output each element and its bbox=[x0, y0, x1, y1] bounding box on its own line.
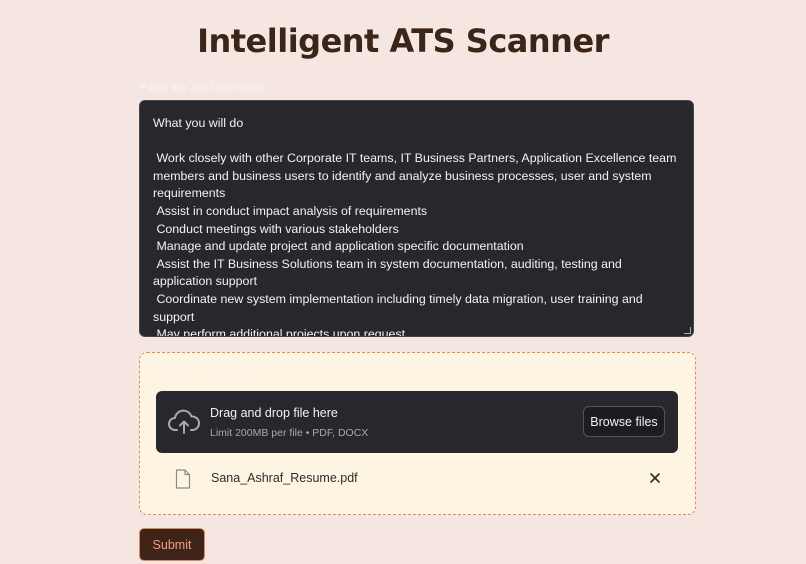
job-description-textarea[interactable]: What you will do Work closely with other… bbox=[139, 100, 694, 337]
resume-uploader: Upload Your Resume Drag and drop file he… bbox=[139, 352, 696, 515]
textarea-resize-handle[interactable] bbox=[684, 327, 691, 334]
page-title: Intelligent ATS Scanner bbox=[197, 22, 609, 60]
dropzone-limit: Limit 200MB per file • PDF, DOCX bbox=[210, 427, 369, 439]
job-description-label: Paste the Job Description bbox=[140, 82, 266, 94]
cloud-upload-icon bbox=[168, 409, 200, 434]
file-icon bbox=[175, 469, 191, 489]
submit-button[interactable]: Submit bbox=[139, 528, 205, 561]
uploaded-file-name: Sana_Ashraf_Resume.pdf bbox=[211, 471, 358, 485]
dropzone-instructions: Drag and drop file here bbox=[210, 406, 338, 420]
close-icon[interactable] bbox=[649, 472, 661, 484]
file-dropzone[interactable]: Drag and drop file here Limit 200MB per … bbox=[156, 391, 678, 453]
browse-files-button[interactable]: Browse files bbox=[583, 406, 665, 437]
uploaded-file-item: Sana_Ashraf_Resume.pdf bbox=[156, 463, 678, 493]
resume-upload-label: Upload Your Resume bbox=[157, 374, 261, 386]
